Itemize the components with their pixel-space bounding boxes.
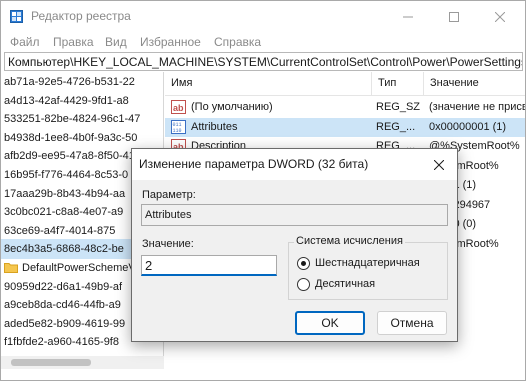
tree-horizontal-scrollbar[interactable] — [1, 356, 164, 369]
radio-hexadecimal-label: Шестнадцатеричная — [315, 257, 420, 269]
parameter-name-field: Attributes — [141, 204, 448, 226]
maximize-icon — [449, 11, 459, 22]
number-base-legend: Система исчисления — [294, 235, 405, 247]
dialog-body: Параметр: Attributes Значение: 2 Система… — [132, 180, 457, 341]
value-row-value: (значение не присвоено) — [429, 101, 525, 113]
address-path: Компьютер\HKEY_LOCAL_MACHINE\SYSTEM\Curr… — [8, 55, 523, 69]
dialog-close-button[interactable] — [425, 153, 453, 177]
column-header-name[interactable]: Имя — [165, 72, 372, 96]
tree-item-label: aded5e82-b909-4619-99 — [4, 317, 126, 330]
tree-item-label: 16b95f-f776-4464-8c53-0 — [4, 169, 129, 181]
value-label: Значение: — [142, 238, 194, 250]
tree-item[interactable]: a4d13-42af-4429-9fd1-a8 — [1, 91, 163, 111]
minimize-button[interactable] — [385, 1, 431, 32]
tree-item-label: a4d13-42af-4429-9fd1-a8 — [4, 94, 129, 107]
tree-item-label: ab71a-92e5-4726-b531-22 — [4, 76, 135, 88]
tree-item[interactable]: 533251-82be-4824-96c1-47 — [1, 109, 163, 129]
column-header-type[interactable]: Тип — [372, 72, 424, 96]
tree-item-label: afb2d9-ee95-47a8-8f50-41 — [4, 150, 135, 163]
tree-item-label: 63ce69-a4f7-4014-875 — [4, 224, 116, 237]
dialog-title: Изменение параметра DWORD (32 бита) — [139, 157, 369, 171]
binary-value-icon: 011110 — [171, 119, 186, 134]
radio-decimal[interactable]: Десятичная — [297, 276, 447, 292]
radio-selected-dot — [301, 261, 306, 266]
close-icon — [495, 11, 505, 22]
cancel-button[interactable]: Отмена — [377, 311, 447, 335]
title-bar[interactable]: Редактор реестра — [1, 1, 525, 32]
list-header: Имя Тип Значение — [165, 72, 525, 96]
regedit-icon — [10, 10, 23, 23]
menu-view[interactable]: Вид — [105, 35, 127, 49]
string-value-icon: ab — [171, 100, 186, 114]
parameter-name-value: Attributes — [145, 209, 192, 221]
value-input[interactable]: 2 — [141, 255, 277, 276]
tree-item[interactable]: ab71a-92e5-4726-b531-22 — [1, 72, 163, 92]
dialog-title-bar[interactable]: Изменение параметра DWORD (32 бита) — [132, 149, 457, 180]
menu-file[interactable]: Файл — [10, 35, 40, 49]
parameter-label: Параметр: — [142, 189, 196, 201]
value-row[interactable]: 011 110 Attributes REG_... 0x00000001 (1) — [165, 117, 525, 137]
minimize-icon — [403, 16, 413, 17]
ok-button[interactable]: OK — [295, 311, 365, 335]
tree-item-label: 90959d22-d6a1-49b9-af — [4, 280, 123, 293]
tree-item-label: 17aaa29b-8b43-4b94-aa — [4, 187, 126, 200]
tree-item-label: a9ceb8da-cd46-44fb-a9 — [4, 299, 121, 312]
value-row-value: 0x00000001 (1) — [429, 120, 507, 133]
tree-item[interactable]: b4938d-1ee8-4b0f-9a3c-50 — [1, 128, 163, 148]
value-row-name: Attributes — [191, 120, 238, 133]
menu-bar: Файл Правка Вид Избранное Справка — [1, 32, 525, 52]
close-icon — [434, 160, 444, 170]
scrollbar-thumb[interactable] — [11, 359, 91, 366]
radio-circle — [297, 257, 310, 270]
value-row-type: REG_SZ — [376, 101, 421, 113]
menu-edit[interactable]: Правка — [53, 35, 94, 49]
radio-decimal-label: Десятичная — [315, 278, 376, 290]
tree-item-label: 8ec4b3a5-6868-48c2-be — [4, 243, 124, 256]
window-title: Редактор реестра — [31, 9, 131, 23]
edit-dword-dialog: Изменение параметра DWORD (32 бита) Пара… — [131, 148, 458, 342]
number-base-group: Система исчисления Шестнадцатеричная Дес… — [288, 235, 448, 300]
value-row[interactable]: ab (По умолчанию) REG_SZ (значение не присв… — [165, 98, 525, 117]
column-header-value[interactable]: Значение — [424, 72, 525, 96]
close-button[interactable] — [477, 1, 523, 32]
value-row-type: REG_... — [376, 120, 416, 133]
radio-circle — [297, 278, 310, 291]
menu-help[interactable]: Справка — [214, 35, 261, 49]
value-row-name: (По умолчанию) — [191, 101, 273, 113]
radio-hexadecimal[interactable]: Шестнадцатеричная — [297, 255, 447, 271]
folder-icon — [4, 263, 18, 273]
tree-item-label: 533251-82be-4824-96c1-47 — [4, 113, 141, 126]
maximize-button[interactable] — [431, 1, 477, 32]
tree-item-label: 3c0bc021-c8a8-4e07-a9 — [4, 206, 124, 219]
address-bar[interactable]: Компьютер\HKEY_LOCAL_MACHINE\SYSTEM\Curr… — [4, 52, 523, 71]
tree-item-label: b4938d-1ee8-4b0f-9a3c-50 — [4, 131, 138, 144]
svg-text:110: 110 — [173, 128, 182, 134]
menu-favorites[interactable]: Избранное — [140, 35, 201, 49]
tree-item-label: f1fbfde2-a960-4165-9f8 — [4, 336, 119, 349]
value-input-text: 2 — [145, 258, 153, 273]
svg-text:ab: ab — [173, 103, 184, 113]
